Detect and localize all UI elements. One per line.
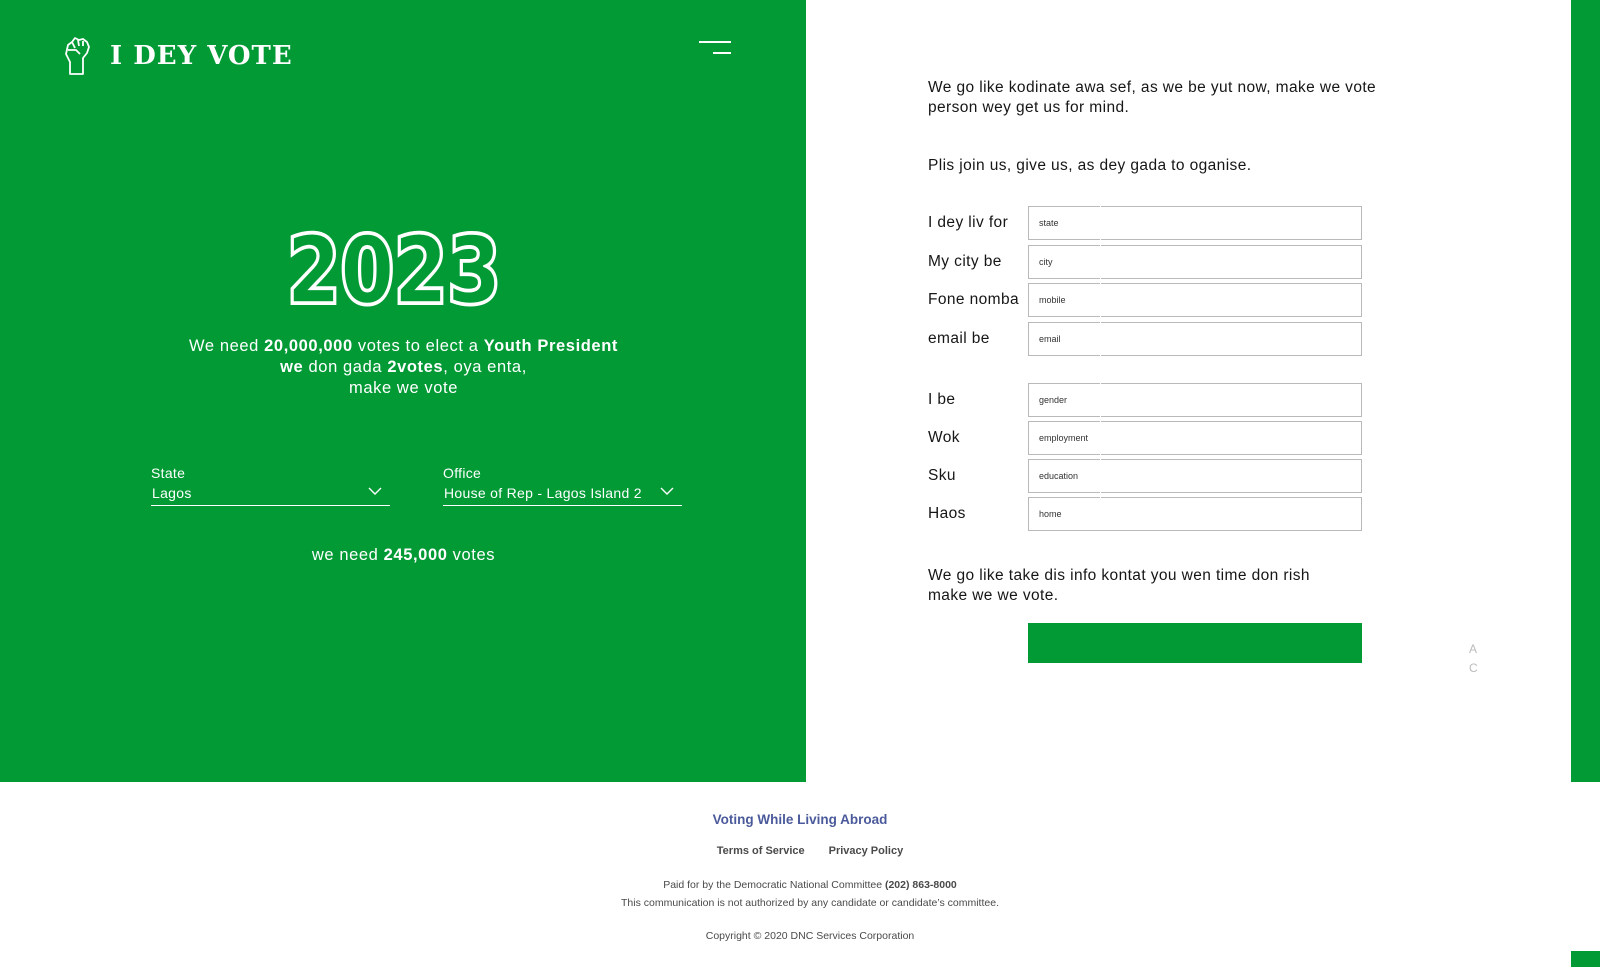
office-select-value: House of Rep - Lagos Island 2 — [444, 485, 642, 501]
form-outro: We go like take dis info kontat you wen … — [928, 567, 1310, 604]
copyright: Copyright © 2020 DNC Services Corporatio… — [705, 930, 915, 942]
votes-needed: we need 245,000 votes — [311, 546, 496, 564]
office-select[interactable]: Office House of Rep - Lagos Island 2 — [443, 465, 682, 506]
paid-for-notice: Paid for by the Democratic National Comm… — [620, 879, 999, 909]
form-join-text: Plis join us, give us, as dey gada to og… — [928, 157, 1252, 174]
state-input[interactable] — [1028, 206, 1362, 240]
email-input[interactable] — [1028, 322, 1362, 356]
field-label: Fone nomba — [928, 291, 1020, 308]
field-email: email be — [928, 322, 1368, 356]
corner-green-block — [1571, 951, 1600, 967]
field-gender: I be — [928, 383, 1368, 417]
raised-fist-icon — [65, 37, 90, 75]
hamburger-menu-icon[interactable] — [699, 40, 731, 56]
input-gap-lines — [1100, 200, 1108, 502]
field-label: Haos — [928, 505, 966, 522]
city-input[interactable] — [1028, 245, 1362, 279]
clipped-text: A C — [1469, 642, 1478, 675]
year-2023-graphic: 2023 2023 — [284, 224, 504, 308]
field-label: I dey liv for — [928, 214, 1009, 231]
office-select-value-row[interactable]: House of Rep - Lagos Island 2 — [443, 485, 682, 506]
gender-input[interactable] — [1028, 383, 1362, 417]
field-state: I dey liv for — [928, 206, 1368, 240]
field-city: My city be — [928, 245, 1368, 279]
form-intro: We go like kodinate awa sef, as we be yu… — [928, 79, 1377, 116]
site-logo[interactable]: I DEY VOTE — [62, 36, 293, 76]
state-select-value-row[interactable]: Lagos — [151, 485, 390, 506]
right-green-strip — [1571, 0, 1600, 782]
education-input[interactable] — [1028, 459, 1362, 493]
footer-links: Terms of Service Privacy Policy — [0, 845, 1600, 857]
privacy-link[interactable]: Privacy Policy — [829, 845, 904, 857]
field-label: Wok — [928, 429, 960, 446]
year-text: 2023 — [287, 224, 501, 308]
field-label: Sku — [928, 467, 956, 484]
field-home: Haos — [928, 497, 1368, 531]
chevron-down-icon — [660, 487, 674, 495]
field-label: I be — [928, 391, 956, 408]
field-label: email be — [928, 330, 990, 347]
state-select-label: State — [151, 465, 186, 481]
terms-link[interactable]: Terms of Service — [717, 845, 805, 857]
field-employment: Wok — [928, 421, 1368, 455]
field-education: Sku — [928, 459, 1368, 493]
state-select-value: Lagos — [152, 485, 192, 501]
office-select-label: Office — [443, 465, 482, 481]
signup-form: We go like kodinate awa sef, as we be yu… — [928, 0, 1548, 782]
hero-panel: I DEY VOTE 2023 2023 We need 20,000,000 … — [0, 0, 806, 782]
chevron-down-icon — [368, 487, 382, 495]
home-input[interactable] — [1028, 497, 1362, 531]
employment-input[interactable] — [1028, 421, 1362, 455]
voting-abroad-link[interactable]: Voting While Living Abroad — [0, 812, 1600, 827]
hero-headline: We need 20,000,000 votes to elect a Yout… — [189, 337, 618, 397]
field-label: My city be — [928, 253, 1002, 270]
state-select[interactable]: State Lagos — [151, 465, 390, 506]
brand-name: I DEY VOTE — [110, 41, 293, 71]
mobile-input[interactable] — [1028, 283, 1362, 317]
field-mobile: Fone nomba — [928, 283, 1368, 317]
submit-button[interactable] — [1028, 623, 1362, 663]
